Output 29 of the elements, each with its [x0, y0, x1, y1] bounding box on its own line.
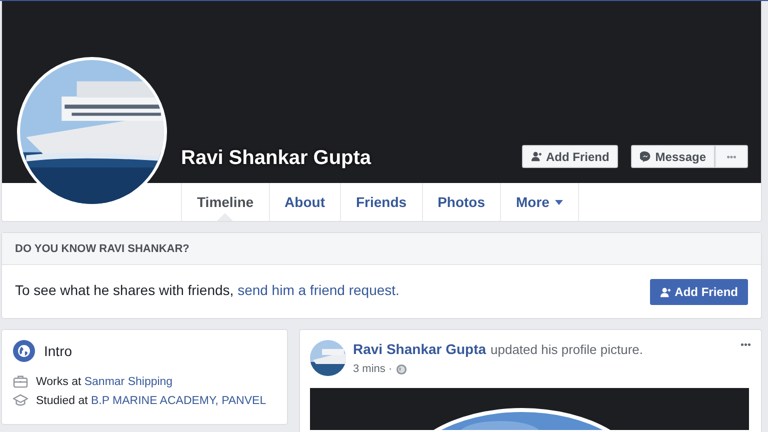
message-button[interactable]: Message	[631, 145, 715, 168]
friend-request-prompt: To see what he shares with friends, send him a friend request.	[15, 282, 400, 298]
post-author-link[interactable]: Ravi Shankar Gupta	[353, 341, 486, 357]
profile-tab[interactable]: Timeline	[181, 183, 269, 221]
globe-icon	[13, 340, 35, 362]
post-action-text: updated his profile picture.	[490, 342, 643, 357]
chat-bubble-icon	[640, 151, 652, 162]
briefcase-icon	[13, 375, 28, 388]
intro-detail: Works at Sanmar Shipping	[36, 376, 173, 388]
add-friend-button[interactable]: Add Friend	[650, 279, 748, 305]
intro-detail: Studied at B.P MARINE ACADEMY, PANVEL	[36, 394, 266, 406]
add-friend-button[interactable]: Add Friend	[522, 145, 618, 168]
post-time[interactable]: 3 mins ·	[353, 363, 392, 375]
graduation-cap-icon	[13, 394, 28, 407]
person-add-icon	[530, 151, 542, 162]
globe-icon	[396, 364, 408, 374]
caret-icon	[555, 200, 564, 204]
profile-tab[interactable]: About	[268, 183, 340, 221]
profile-tab[interactable]: Friends	[340, 183, 422, 221]
friend-request-link[interactable]: send him a friend request.	[238, 282, 400, 298]
intro-title: Intro	[44, 343, 72, 359]
intro-link[interactable]: Sanmar Shipping	[84, 376, 173, 388]
profile-tab[interactable]: More	[500, 183, 580, 221]
intro-link[interactable]: B.P MARINE ACADEMY, PANVEL	[90, 394, 266, 406]
profile-name: Ravi Shankar Gupta	[181, 146, 372, 170]
more-options-button[interactable]: •••	[740, 340, 751, 351]
profile-tab[interactable]: Photos	[422, 183, 500, 221]
card-title: DO YOU KNOW RAVI SHANKAR?	[15, 242, 190, 254]
person-add-icon	[660, 286, 671, 298]
